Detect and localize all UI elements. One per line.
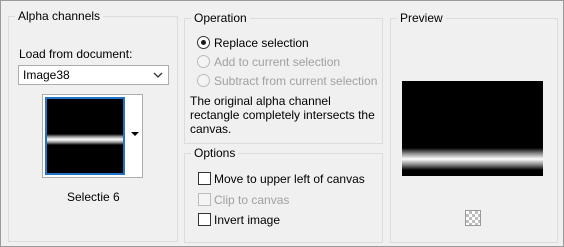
replace-selection-radio[interactable] bbox=[197, 36, 210, 49]
alpha-channels-title: Alpha channels bbox=[15, 9, 104, 23]
thumbnail-white-band bbox=[47, 134, 123, 145]
dropdown-arrow-icon[interactable] bbox=[130, 130, 140, 138]
options-title: Options bbox=[191, 146, 239, 160]
load-from-document-label: Load from document: bbox=[19, 47, 133, 61]
move-to-upper-left-checkbox[interactable] bbox=[198, 172, 211, 185]
clip-to-canvas-label[interactable]: Clip to canvas bbox=[214, 193, 289, 207]
invert-image-checkbox[interactable] bbox=[198, 213, 211, 226]
checkerboard-icon[interactable] bbox=[465, 210, 481, 226]
add-to-selection-radio[interactable] bbox=[197, 55, 210, 68]
channel-thumbnail bbox=[45, 97, 125, 175]
dialog-frame: Alpha channels Load from document: Image… bbox=[0, 0, 564, 247]
document-select[interactable]: Image38 bbox=[18, 65, 169, 85]
document-select-value: Image38 bbox=[23, 68, 70, 82]
replace-selection-label[interactable]: Replace selection bbox=[214, 36, 309, 50]
subtract-from-selection-label[interactable]: Subtract from current selection bbox=[214, 74, 377, 88]
radio-selected-dot bbox=[201, 40, 206, 45]
preview-white-band bbox=[402, 148, 543, 170]
operation-description: The original alpha channel rectangle com… bbox=[190, 94, 375, 136]
preview-image bbox=[402, 81, 543, 176]
channel-thumbnail-picker[interactable] bbox=[42, 94, 143, 178]
add-to-selection-label[interactable]: Add to current selection bbox=[214, 55, 340, 69]
chevron-down-icon bbox=[153, 72, 163, 78]
operation-title: Operation bbox=[191, 11, 250, 25]
preview-title: Preview bbox=[397, 11, 446, 25]
invert-image-label[interactable]: Invert image bbox=[214, 213, 280, 227]
move-to-upper-left-label[interactable]: Move to upper left of canvas bbox=[214, 172, 365, 186]
subtract-from-selection-radio[interactable] bbox=[197, 74, 210, 87]
selected-channel-name: Selectie 6 bbox=[67, 190, 120, 204]
clip-to-canvas-checkbox[interactable] bbox=[198, 193, 211, 206]
